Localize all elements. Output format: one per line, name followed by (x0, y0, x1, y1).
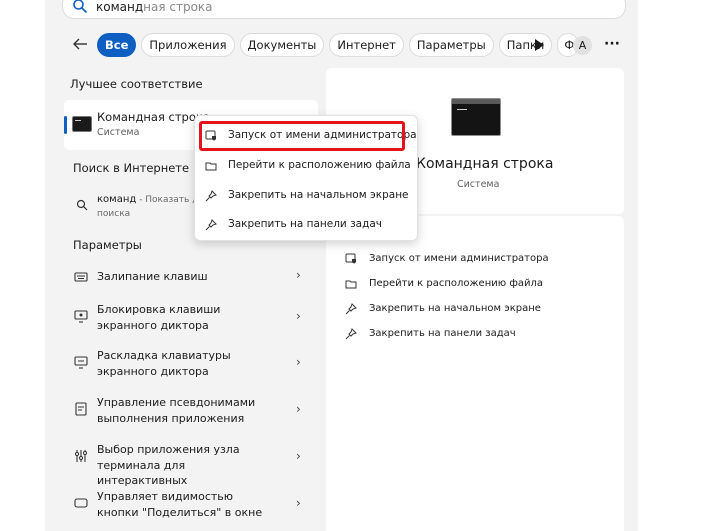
pin-icon (345, 328, 357, 340)
menu-item-label: Закрепить на начальном экране (228, 189, 409, 201)
more-options-button[interactable]: ··· (603, 37, 621, 53)
menu-item-label: Перейти к расположению файла (228, 159, 411, 171)
search-icon (73, 0, 87, 13)
narrator-lock-icon (74, 310, 88, 323)
chevron-right-icon: › (296, 402, 301, 416)
menu-item-pin-to-taskbar[interactable]: Закрепить на панели задач (200, 213, 406, 237)
keyboard-icon (74, 272, 88, 282)
arrow-left-icon (73, 38, 87, 50)
folder-icon (205, 162, 217, 171)
setting-label: Залипание клавиш (97, 270, 208, 283)
detail-title: Командная строка (416, 156, 554, 172)
menu-item-run-as-admin[interactable]: Запуск от имени администратора (200, 124, 417, 148)
tab-documents[interactable]: Документы (239, 33, 325, 57)
command-prompt-icon (451, 98, 501, 136)
action-label: Перейти к расположению файла (369, 278, 544, 289)
filter-tabs: Все Приложения Документы Интернет Параме… (97, 33, 580, 57)
app-alias-icon (75, 402, 87, 416)
chevron-right-icon: › (296, 449, 301, 463)
menu-item-label: Закрепить на панели задач (228, 218, 383, 230)
chevron-right-icon: › (296, 268, 301, 282)
tab-web[interactable]: Интернет (329, 33, 404, 57)
detail-subtitle: Система (457, 179, 500, 190)
web-search-heading: Поиск в Интернете (73, 161, 190, 175)
setting-item-narrator-lock[interactable]: Блокировка клавиши экранного диктора › (64, 300, 318, 334)
menu-item-open-file-location[interactable]: Перейти к расположению файла (200, 154, 411, 178)
setting-item-narrator-keyboard[interactable]: Раскладка клавиатуры экранного диктора › (64, 346, 318, 380)
action-label: Закрепить на панели задач (369, 328, 516, 339)
setting-item-sticky-keys[interactable]: Залипание клавиш › (64, 266, 318, 288)
best-match-title: Командная строка (97, 110, 210, 124)
web-search-sub: поиска (97, 209, 131, 219)
pin-icon (205, 190, 217, 202)
search-typed: команд (96, 0, 144, 14)
web-query: команд (97, 194, 137, 205)
setting-label: Блокировка клавиши экранного диктора (97, 303, 221, 332)
search-suggestion: ная строка (143, 0, 213, 14)
chevron-right-icon: › (296, 309, 301, 323)
setting-label: Управление псевдонимами выполнения прило… (97, 396, 256, 425)
menu-item-pin-to-start[interactable]: Закрепить на начальном экране (200, 184, 409, 208)
menu-item-label: Запуск от имени администратора (228, 129, 417, 141)
narrator-keyboard-icon (74, 356, 88, 369)
setting-label: Управляет видимостью кнопки "Поделиться"… (97, 490, 263, 519)
action-label: Закрепить на начальном экране (369, 303, 541, 314)
setting-item-terminal-host[interactable]: Выбор приложения узла терминала для инте… (64, 440, 318, 487)
pin-icon (205, 219, 217, 231)
search-icon (76, 199, 88, 211)
folder-icon (345, 280, 357, 289)
chevron-right-icon: › (296, 496, 301, 510)
avatar[interactable]: A (573, 36, 592, 55)
search-query: командная строка (96, 0, 213, 15)
setting-item-share-button[interactable]: Управляет видимостью кнопки "Поделиться"… (64, 487, 318, 521)
tab-all[interactable]: Все (97, 33, 137, 57)
settings-heading: Параметры (73, 238, 142, 252)
tab-apps[interactable]: Приложения (141, 33, 235, 57)
share-visibility-icon (74, 498, 88, 508)
command-prompt-icon (72, 116, 92, 132)
chevron-right-icon: › (296, 355, 301, 369)
terminal-host-icon (75, 450, 87, 462)
web-search-item[interactable]: команд - Показать др (97, 193, 204, 207)
shield-admin-icon (205, 130, 216, 141)
tab-settings[interactable]: Параметры (408, 33, 494, 57)
setting-label: Выбор приложения узла терминала для инте… (97, 443, 240, 487)
play-icon[interactable] (532, 37, 546, 53)
pin-icon (345, 303, 357, 315)
back-button[interactable] (70, 34, 90, 54)
best-match-heading: Лучшее соответствие (70, 77, 203, 91)
setting-label: Раскладка клавиатуры экранного диктора (97, 349, 231, 378)
action-label: Запуск от имени администратора (369, 253, 549, 264)
shield-admin-icon (345, 253, 356, 264)
best-match-subtitle: Система (97, 127, 140, 138)
setting-item-app-aliases[interactable]: Управление псевдонимами выполнения прило… (64, 393, 318, 427)
selection-indicator (64, 116, 67, 134)
